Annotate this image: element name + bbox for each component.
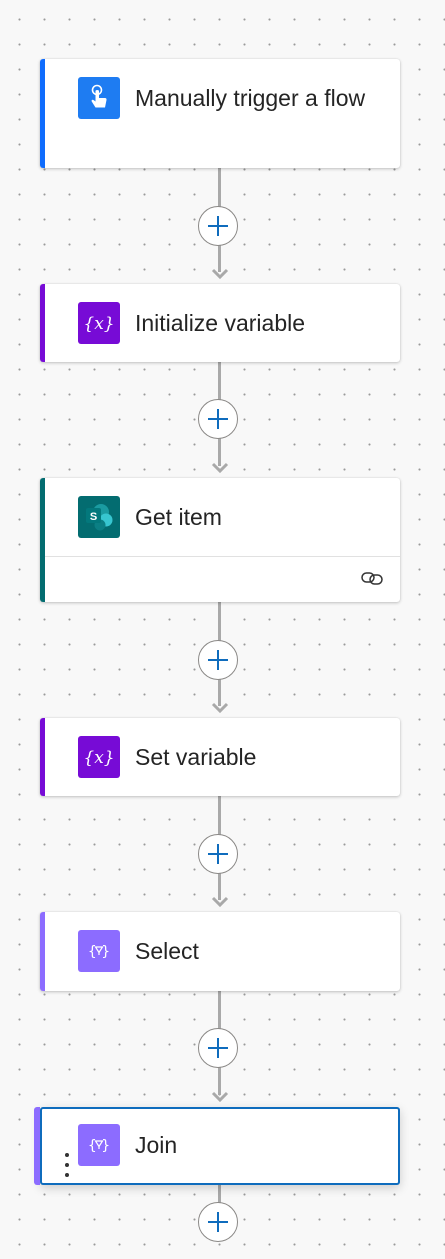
add-action-button[interactable] [198, 640, 238, 680]
data-operation-icon: { } [78, 1124, 120, 1166]
step-title: Manually trigger a flow [135, 85, 366, 111]
step-title: Set variable [135, 744, 257, 770]
step-card-get-item[interactable]: S Get item [40, 478, 400, 602]
step-card-join[interactable]: { } Join [34, 1107, 400, 1185]
variable-icon: {x} [78, 736, 120, 778]
svg-text:{x}: {x} [83, 314, 114, 334]
step-title: Get item [135, 504, 222, 530]
svg-text:S: S [90, 511, 97, 523]
variable-icon: {x} [78, 302, 120, 344]
data-operation-icon: { } [78, 930, 120, 972]
card-accent-bar [40, 912, 45, 991]
step-card-initialize-variable[interactable]: {x} Initialize variable [40, 284, 400, 362]
step-card-set-variable[interactable]: {x} Set variable [40, 718, 400, 796]
connection-link-icon [361, 572, 383, 585]
add-action-button[interactable] [198, 206, 238, 246]
step-title: Join [135, 1132, 178, 1158]
card-accent-bar [40, 718, 45, 796]
step-title: Select [135, 938, 199, 964]
arrow-down-icon [211, 1091, 229, 1103]
add-action-button[interactable] [198, 834, 238, 874]
add-action-button[interactable] [198, 1028, 238, 1068]
arrow-down-icon [211, 268, 229, 280]
svg-text:{x}: {x} [83, 748, 114, 768]
step-title: Initialize variable [135, 310, 306, 336]
step-card-select[interactable]: { } Select [40, 912, 400, 991]
drag-handle-icon[interactable] [64, 1153, 70, 1177]
step-card-manual-trigger[interactable]: Manually trigger a flow [40, 59, 400, 168]
sharepoint-icon: S [78, 496, 120, 538]
card-footer [45, 556, 400, 602]
arrow-down-icon [211, 702, 229, 714]
add-action-button[interactable] [198, 399, 238, 439]
add-action-button[interactable] [198, 1202, 238, 1242]
card-accent-bar [40, 284, 45, 362]
touch-hand-icon [78, 77, 120, 119]
card-accent-bar [34, 1107, 40, 1185]
arrow-down-icon [211, 896, 229, 908]
card-accent-bar [40, 59, 45, 168]
arrow-down-icon [211, 462, 229, 474]
